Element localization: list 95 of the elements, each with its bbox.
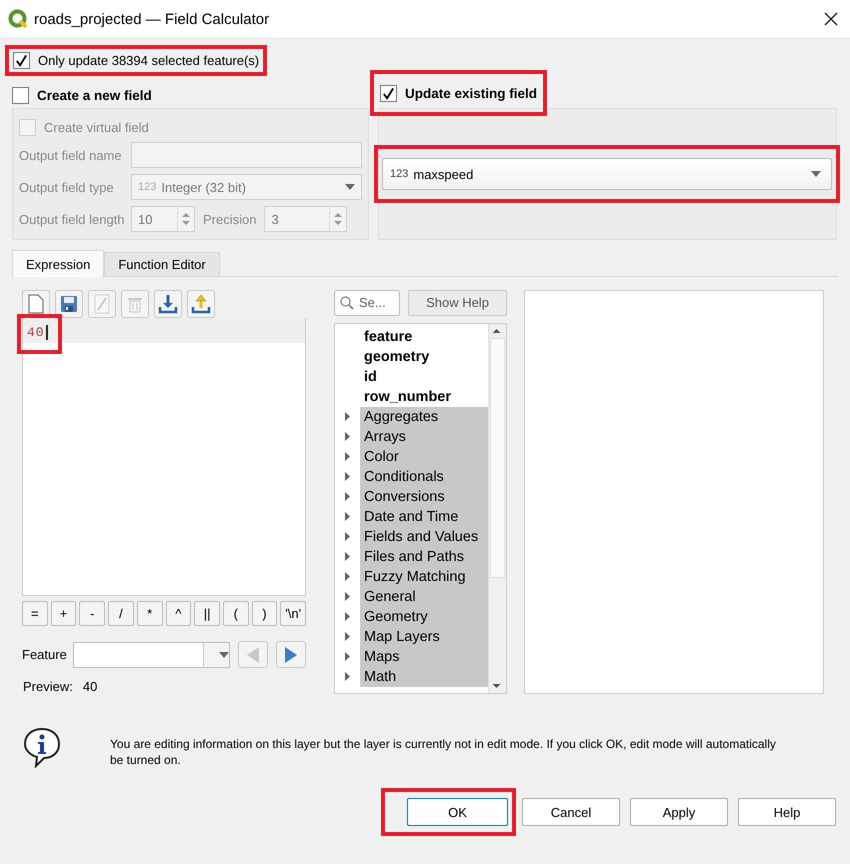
function-group-item[interactable]: Date and Time	[360, 506, 488, 527]
function-group-item[interactable]: General	[360, 586, 488, 607]
length-spinbox[interactable]: 10	[131, 206, 195, 232]
operator-button[interactable]: )	[252, 601, 278, 626]
dialog-button[interactable]: Cancel	[522, 798, 620, 826]
dialog-button[interactable]: Apply	[630, 798, 728, 826]
checkbox[interactable]	[12, 86, 29, 104]
expand-arrow-icon[interactable]	[345, 532, 350, 542]
operator-button[interactable]: ||	[194, 601, 220, 626]
caret-icon	[219, 652, 229, 658]
toolbar-button[interactable]	[187, 290, 215, 318]
pencil-icon	[94, 294, 110, 314]
tab[interactable]: Expression	[12, 250, 104, 277]
expand-arrow-icon[interactable]	[345, 452, 350, 462]
upload-icon	[191, 294, 211, 314]
right-triangle-icon	[285, 646, 297, 662]
expand-arrow-icon[interactable]	[345, 432, 350, 442]
blank-page-icon	[28, 294, 44, 314]
left-triangle-icon	[247, 646, 259, 662]
expand-arrow-icon[interactable]	[345, 572, 350, 582]
operator-button[interactable]: -	[79, 601, 106, 626]
caret-icon	[811, 171, 821, 177]
scrollbar[interactable]	[488, 324, 506, 693]
operator-button[interactable]: =	[22, 601, 48, 626]
function-group-item[interactable]: Geometry	[360, 606, 488, 627]
field-label: Output field length	[19, 212, 126, 226]
dialog-button[interactable]: Help	[738, 798, 836, 826]
tab[interactable]: Function Editor	[104, 252, 220, 276]
operator-button[interactable]: *	[136, 601, 163, 626]
checkbox[interactable]	[19, 119, 36, 136]
function-group-item[interactable]: Map Layers	[360, 626, 488, 647]
expand-arrow-icon[interactable]	[345, 552, 350, 562]
function-group-item[interactable]: Files and Paths	[360, 546, 488, 567]
function-group-item[interactable]: Color	[360, 446, 488, 467]
spin-arrows-icon	[334, 213, 342, 225]
toolbar-button[interactable]	[154, 290, 182, 318]
field-label: Output field type	[19, 180, 115, 194]
field-label: Output field name	[19, 148, 123, 162]
checkbox-label: Create virtual field	[44, 120, 149, 135]
operator-button[interactable]: /	[108, 601, 134, 626]
function-group-item[interactable]: Fuzzy Matching	[360, 566, 488, 587]
expand-arrow-icon[interactable]	[345, 592, 350, 602]
preview-value: 40	[82, 679, 98, 694]
expand-arrow-icon[interactable]	[345, 632, 350, 642]
checkbox-label: Create a new field	[37, 88, 152, 102]
checkbox[interactable]	[380, 84, 397, 102]
checkbox-label: Only update 38394 selected feature(s)	[38, 53, 260, 68]
operator-button[interactable]: '\n'	[280, 601, 306, 626]
function-group-item[interactable]: Maps	[360, 646, 488, 667]
function-group-item[interactable]: Conditionals	[360, 466, 488, 487]
info-message: You are editing information on this layer but the layer is currently not in edit mode. If you click OK, edit mode will automatically be turned on.	[110, 736, 777, 768]
operator-button[interactable]: ^	[166, 601, 192, 626]
trash-icon	[127, 295, 143, 313]
function-group-item[interactable]: Conversions	[360, 486, 488, 507]
field-dropdown[interactable]: 123 maxspeed	[382, 158, 832, 190]
expand-arrow-icon[interactable]	[345, 612, 350, 622]
checkbox[interactable]	[13, 52, 30, 69]
next-button[interactable]	[276, 641, 306, 668]
download-icon	[158, 294, 178, 314]
feature-label: Feature	[22, 647, 68, 662]
expand-arrow-icon[interactable]	[345, 672, 350, 682]
function-item[interactable]: feature	[360, 328, 412, 345]
expand-arrow-icon[interactable]	[345, 512, 350, 522]
close-icon[interactable]	[824, 12, 838, 26]
expand-arrow-icon[interactable]	[345, 652, 350, 662]
function-item[interactable]: geometry	[360, 348, 430, 365]
preview-label: Preview:	[23, 679, 73, 694]
save-icon	[60, 295, 78, 313]
expression-text: 40	[27, 324, 48, 340]
function-group-item[interactable]: Fields and Values	[360, 526, 488, 547]
function-item[interactable]: id	[360, 368, 377, 385]
caret-icon	[345, 184, 355, 190]
operator-button[interactable]: +	[50, 601, 76, 626]
field-label: Precision	[203, 212, 256, 226]
function-group-item[interactable]: Arrays	[360, 426, 488, 447]
window-title: roads_projected — Field Calculator	[34, 10, 270, 28]
checkbox-label: Update existing field	[405, 86, 538, 100]
info-icon	[22, 726, 62, 768]
expand-arrow-icon[interactable]	[345, 412, 350, 422]
search-icon	[340, 296, 354, 310]
function-item[interactable]: row_number	[360, 388, 452, 405]
expand-arrow-icon[interactable]	[345, 472, 350, 482]
spin-arrows-icon	[182, 213, 190, 225]
function-group-item[interactable]: Aggregates	[360, 406, 488, 427]
type-dropdown[interactable]: 123 Integer (32 bit)	[131, 174, 362, 200]
show-help-button[interactable]: Show Help	[408, 290, 507, 316]
toolbar-button[interactable]	[55, 290, 83, 318]
dialog-button[interactable]: OK	[407, 798, 508, 826]
input-field[interactable]	[131, 142, 362, 168]
app-logo-icon	[8, 9, 28, 29]
expand-arrow-icon[interactable]	[345, 492, 350, 502]
precision-spinbox[interactable]: 3	[264, 206, 348, 232]
search-field[interactable]: Se...	[334, 290, 400, 316]
function-group-item[interactable]: Math	[360, 666, 488, 687]
operator-button[interactable]: (	[222, 601, 249, 626]
